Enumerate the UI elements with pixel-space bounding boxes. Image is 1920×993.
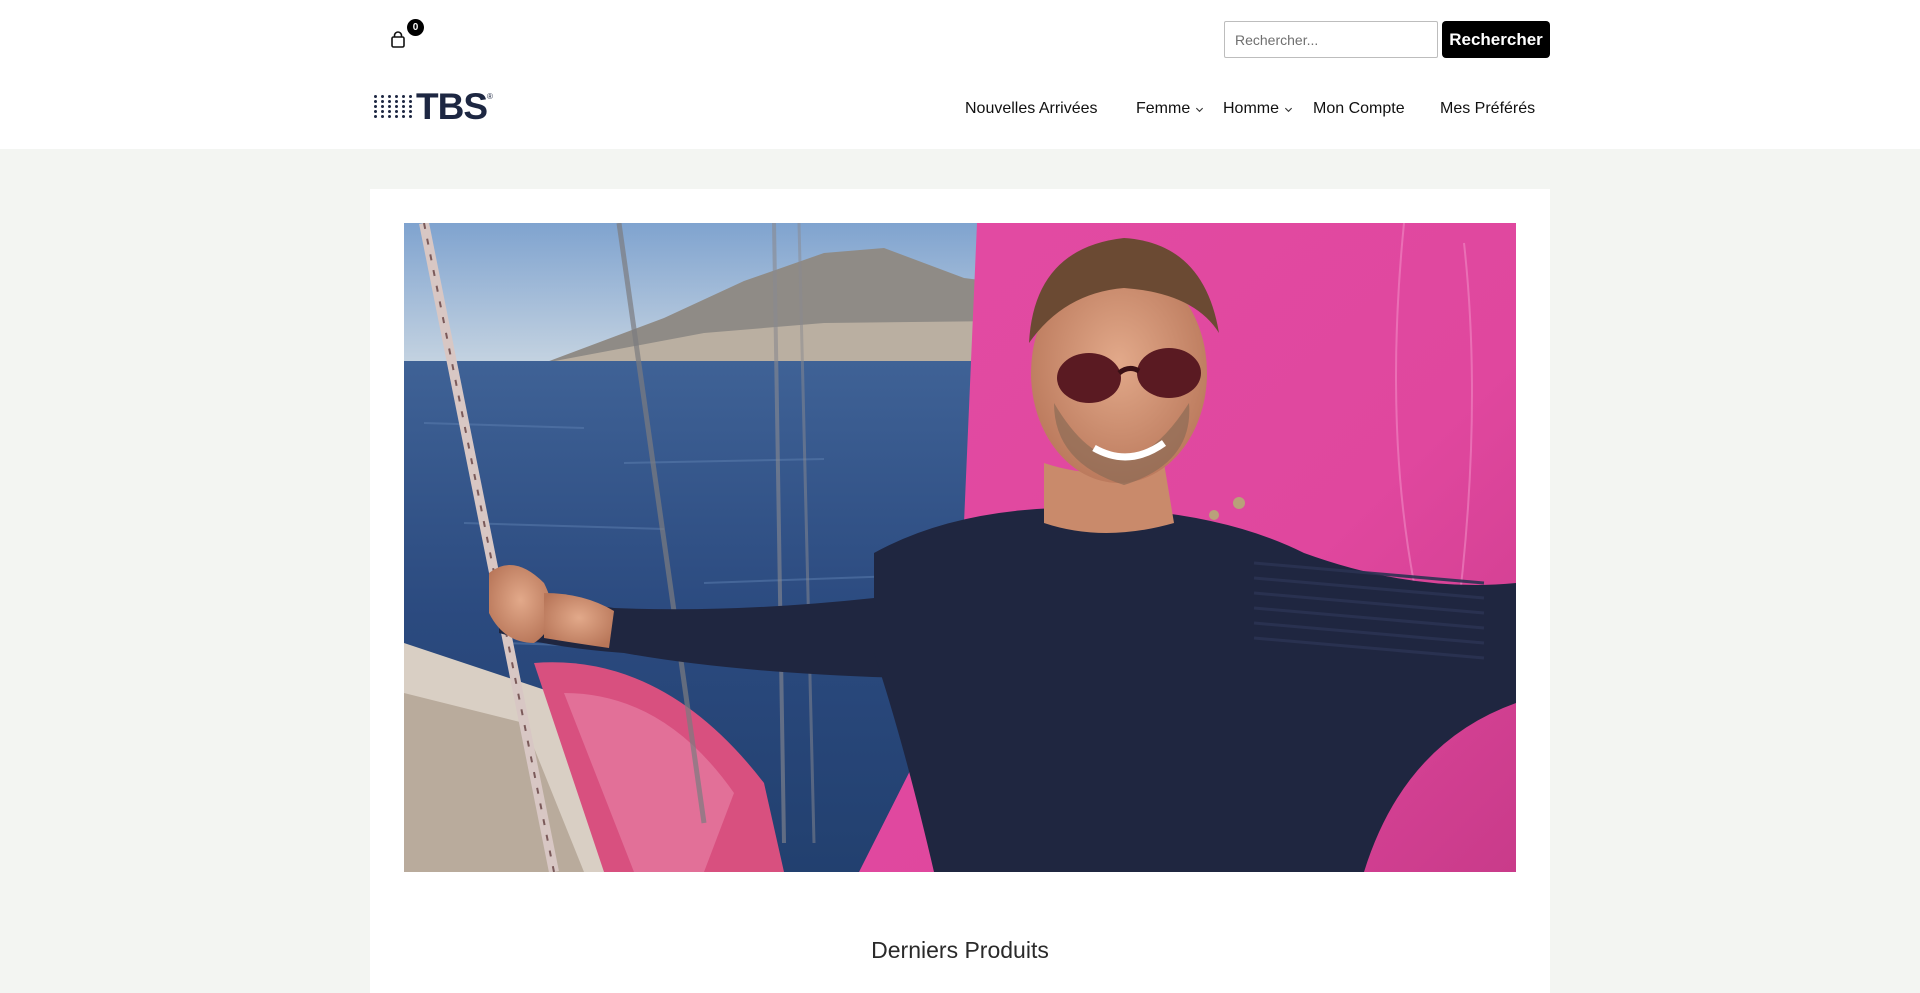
logo-text: TBS [416, 85, 488, 127]
hero-photo [404, 223, 1516, 872]
nav-item-femme[interactable]: Femme [1136, 98, 1204, 120]
nav-item-label: Nouvelles Arrivées [965, 100, 1098, 117]
nav-item-my-account[interactable]: Mon Compte [1313, 98, 1405, 120]
logo-dots-mark [374, 94, 413, 118]
shopping-bag-icon [391, 31, 405, 48]
main-content: Derniers Produits [370, 189, 1550, 993]
site-logo[interactable]: TBS ® [374, 85, 493, 127]
chevron-down-icon [1284, 107, 1293, 112]
nav-item-label: Femme [1136, 100, 1191, 117]
nav-item-label: Homme [1223, 100, 1280, 117]
cart-button[interactable]: 0 [389, 19, 424, 52]
search-input[interactable] [1224, 21, 1438, 58]
nav-item-label: Mes Préférés [1440, 100, 1536, 117]
hero-banner[interactable] [404, 223, 1516, 872]
cart-count-badge: 0 [407, 19, 424, 36]
section-title-latest-products: Derniers Produits [871, 937, 1049, 963]
nav-item-homme[interactable]: Homme [1223, 98, 1293, 120]
nav-item-new-arrivals[interactable]: Nouvelles Arrivées [965, 98, 1098, 120]
nav-item-favorites[interactable]: Mes Préférés [1440, 98, 1535, 120]
nav-item-label: Mon Compte [1313, 100, 1405, 117]
site-header: 0 Rechercher TBS ® Nouvelles Arrivées Fe… [0, 0, 1920, 149]
chevron-down-icon [1196, 107, 1204, 112]
logo-registered-mark: ® [487, 92, 493, 101]
search-button[interactable]: Rechercher [1442, 21, 1550, 58]
